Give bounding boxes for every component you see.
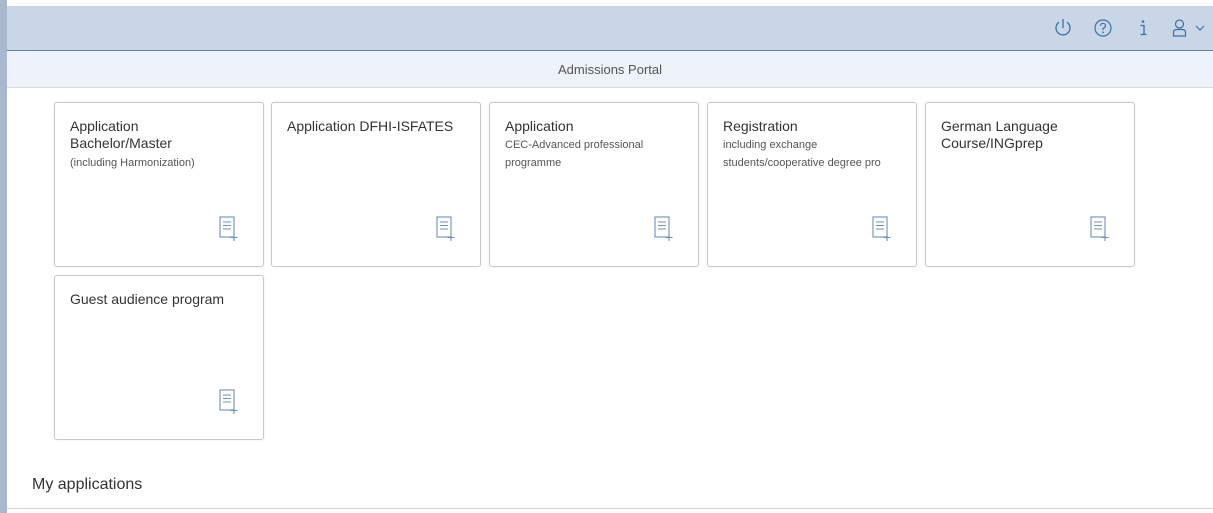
left-edge-bar <box>0 0 7 513</box>
add-document-icon <box>219 389 238 414</box>
tile-german-language-course[interactable]: German Language Course/INGprep <box>925 102 1135 267</box>
page-subheader: Admissions Portal <box>7 51 1213 88</box>
chevron-down-icon <box>1195 25 1204 31</box>
tile-registration[interactable]: Registration including exchange students… <box>707 102 917 267</box>
tile-subtitle: CEC-Advanced professional programme <box>505 139 644 169</box>
tile-title: Application Bachelor/Master <box>70 118 172 151</box>
add-document-icon <box>654 216 673 241</box>
tile-title: Registration <box>723 118 798 134</box>
section-title-my-applications: My applications <box>32 476 143 493</box>
power-icon <box>1055 19 1071 36</box>
section-divider <box>7 508 1213 509</box>
info-icon <box>1140 20 1147 36</box>
tile-application-dfhi-isfates[interactable]: Application DFHI-ISFATES <box>271 102 481 267</box>
add-document-icon <box>436 216 455 241</box>
info-button[interactable] <box>1123 6 1163 50</box>
help-icon <box>1094 19 1112 37</box>
logout-button[interactable] <box>1043 6 1083 50</box>
shell-header <box>7 6 1213 51</box>
help-button[interactable] <box>1083 6 1123 50</box>
add-document-icon <box>219 216 238 241</box>
tile-title: German Language Course/INGprep <box>941 118 1058 151</box>
add-document-icon <box>1090 216 1109 241</box>
tile-guest-audience-program[interactable]: Guest audience program <box>54 275 264 440</box>
tile-title: Application <box>505 118 574 134</box>
user-menu-button[interactable] <box>1163 6 1213 50</box>
tile-application-bachelor-master[interactable]: Application Bachelor/Master (including H… <box>54 102 264 267</box>
user-icon <box>1172 19 1186 37</box>
header-actions <box>1043 6 1213 50</box>
tile-application-cec[interactable]: Application CEC-Advanced professional pr… <box>489 102 699 267</box>
tile-title: Guest audience program <box>70 291 225 307</box>
tile-subtitle: including exchange students/cooperative … <box>723 139 881 169</box>
tile-subtitle: (including Harmonization) <box>70 157 195 169</box>
add-document-icon <box>872 216 891 241</box>
tile-title: Application DFHI-ISFATES <box>287 118 454 134</box>
page-title: Admissions Portal <box>557 61 663 77</box>
